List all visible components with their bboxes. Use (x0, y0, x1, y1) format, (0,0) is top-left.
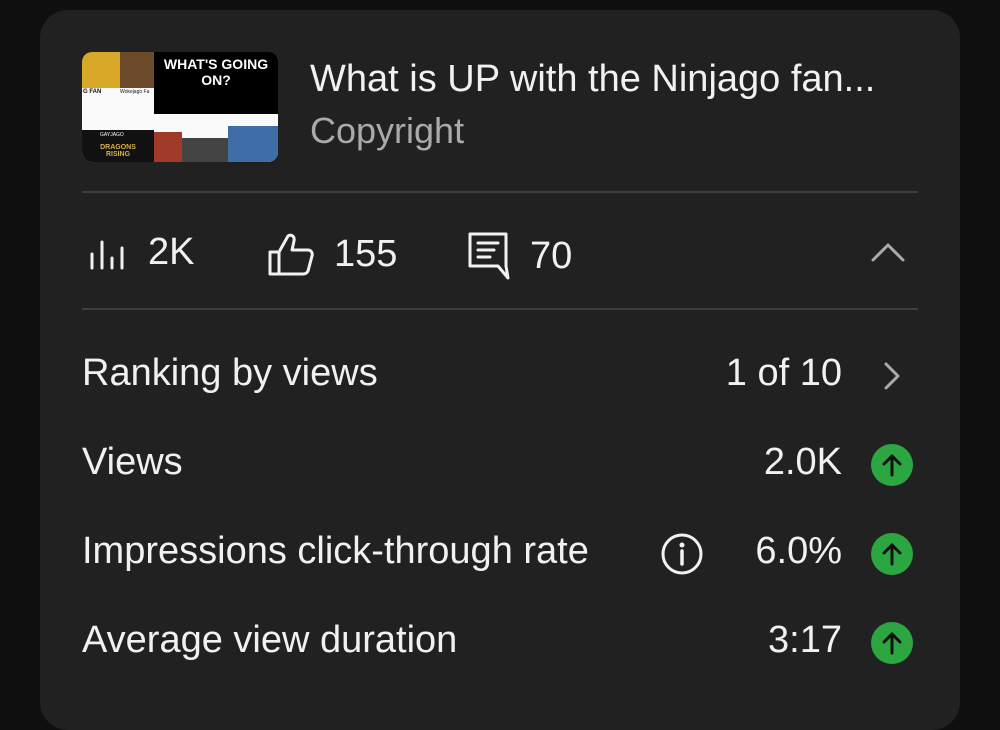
likes-count: 155 (334, 232, 398, 275)
bar-chart-icon (90, 240, 124, 270)
thumb-up-icon (268, 233, 314, 276)
metric-row-ctr: Impressions click-through rate 6.0% (82, 522, 918, 582)
arrow-up-icon (871, 444, 913, 486)
comment-icon (468, 232, 510, 280)
comments-stat: 70 (466, 230, 572, 282)
thumbnail-headline: WHAT'S GOING ON? (154, 52, 278, 114)
metric-row-views: Views 2.0K (82, 433, 918, 493)
info-icon[interactable] (660, 532, 704, 576)
thumbnail-gay-label: GAYJAGO (100, 132, 124, 138)
metric-value: 1 of 10 (725, 352, 842, 394)
comments-count: 70 (530, 234, 573, 277)
metric-value: 3:17 (768, 619, 842, 661)
arrow-up-icon (871, 622, 913, 664)
thumbnail-fan-label-left: G FAN (83, 89, 102, 95)
metric-label: Average view duration (82, 619, 458, 661)
video-thumbnail[interactable]: G FAN Wokejago Fa GAYJAGO DRAGONS RISING… (82, 52, 278, 162)
likes-stat: 155 (266, 230, 397, 278)
metric-label: Impressions click-through rate (82, 530, 589, 572)
chevron-right-icon[interactable] (882, 360, 902, 392)
metric-value: 6.0% (755, 530, 842, 572)
video-subtitle: Copyright (310, 110, 465, 151)
trend-container (870, 443, 914, 487)
video-title[interactable]: What is UP with the Ninjago fan... (310, 58, 875, 101)
divider (82, 191, 918, 193)
views-stat: 2K (82, 230, 194, 274)
metric-row-ranking[interactable]: Ranking by views 1 of 10 (82, 344, 918, 404)
thumbnail-face-left (82, 52, 120, 88)
metric-label: Views (82, 441, 183, 483)
thumbnail-fan-label-right: Wokejago Fa (120, 89, 150, 95)
thumbnail-dragons-label: DRAGONS RISING (100, 144, 136, 158)
video-analytics-card: G FAN Wokejago Fa GAYJAGO DRAGONS RISING… (40, 10, 960, 730)
arrow-up-icon (871, 533, 913, 575)
thumbnail-face-right (120, 52, 154, 88)
views-count: 2K (148, 230, 195, 273)
thumbnail-collage-image (182, 138, 228, 162)
trend-container (870, 621, 914, 665)
thumbnail-collage-image (228, 126, 278, 162)
chevron-right-container (870, 354, 914, 398)
metric-row-avg-duration: Average view duration 3:17 (82, 611, 918, 671)
divider (82, 308, 918, 310)
thumbnail-collage-image (154, 132, 182, 162)
metric-label: Ranking by views (82, 352, 378, 394)
trend-container (870, 532, 914, 576)
chevron-up-icon[interactable] (870, 240, 906, 264)
metric-value: 2.0K (763, 441, 842, 483)
